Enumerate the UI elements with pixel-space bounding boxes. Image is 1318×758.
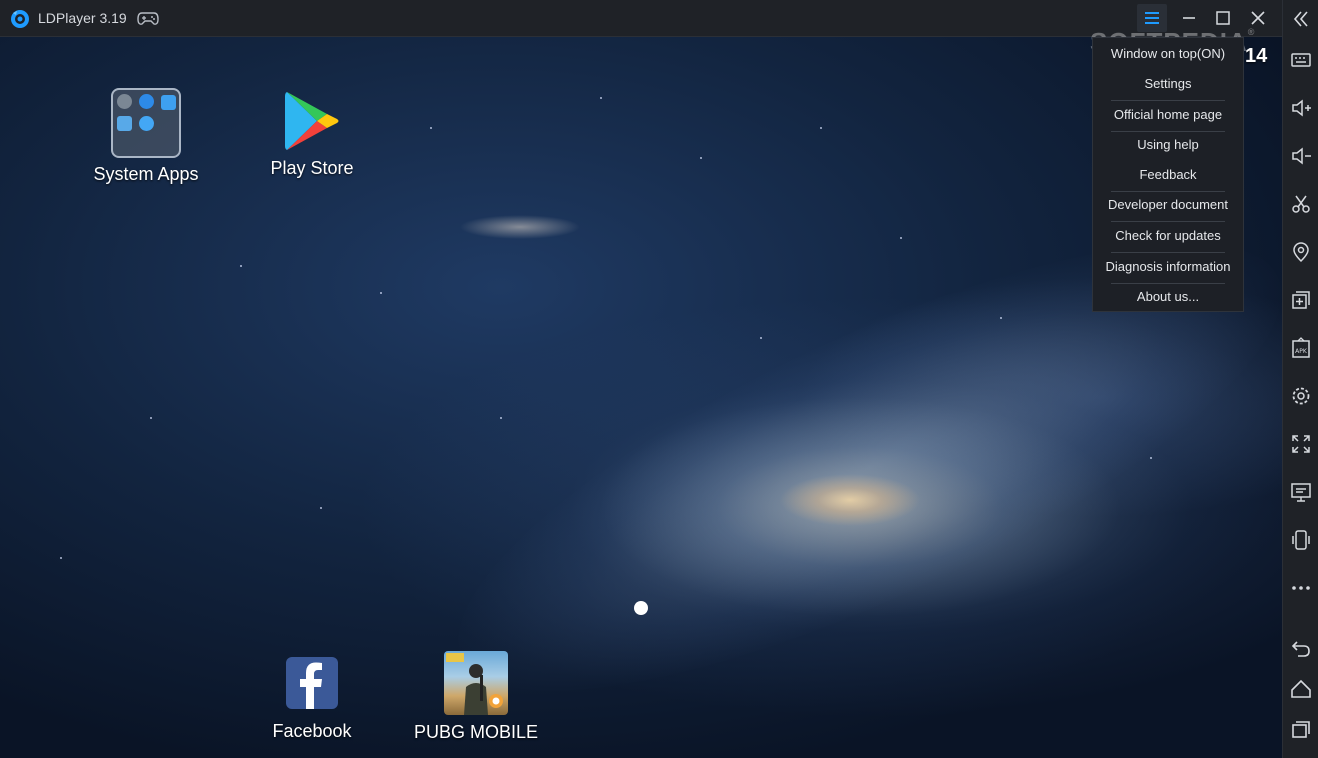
keyboard-icon: [1291, 53, 1311, 67]
star: [760, 337, 762, 339]
home-icon: [1291, 679, 1311, 698]
maximize-icon: [1216, 11, 1230, 25]
gamepad-icon[interactable]: [137, 10, 159, 27]
contacts-mini-icon: [117, 116, 132, 131]
files-mini-icon: [161, 95, 176, 110]
more-button[interactable]: [1289, 576, 1313, 600]
add-window-icon: [1292, 291, 1310, 309]
facebook-icon: [286, 657, 338, 709]
ldplayer-logo-icon: [11, 10, 29, 28]
touch-pointer: [634, 601, 648, 615]
star: [900, 237, 902, 239]
star: [240, 265, 242, 267]
star: [1150, 457, 1152, 459]
collapse-icon: [1293, 11, 1308, 27]
apk-icon: APK: [1292, 337, 1310, 358]
keyboard-button[interactable]: [1289, 48, 1313, 72]
main-menu-dropdown: Window on top(ON) Settings Official home…: [1092, 37, 1244, 312]
menu-item-official-home-page[interactable]: Official home page: [1093, 102, 1243, 128]
star: [820, 127, 822, 129]
app-label: PUBG MOBILE: [413, 722, 539, 742]
app-label: System Apps: [93, 164, 199, 184]
menu-separator: [1111, 221, 1225, 222]
settings-icon: [1292, 387, 1310, 405]
star: [380, 292, 382, 294]
settings-mini-icon: [117, 94, 132, 109]
fullscreen-button[interactable]: [1289, 432, 1313, 456]
star: [1000, 317, 1002, 319]
browser-mini-icon: [139, 94, 154, 109]
volume-down-button[interactable]: [1289, 144, 1313, 168]
app-label: Facebook: [272, 721, 352, 741]
star: [430, 127, 432, 129]
fps-counter: 14: [1245, 45, 1268, 67]
menu-item-check-for-updates[interactable]: Check for updates: [1093, 223, 1243, 249]
window-title: LDPlayer 3.19: [38, 10, 127, 26]
menu-item-using-help[interactable]: Using help: [1093, 132, 1243, 158]
back-button[interactable]: [1289, 636, 1313, 660]
home-button[interactable]: [1289, 677, 1313, 701]
star: [600, 97, 602, 99]
watermark-registered-mark: ®: [1247, 27, 1256, 37]
menu-item-diagnosis-information[interactable]: Diagnosis information: [1093, 254, 1243, 280]
multi-instance-button[interactable]: [1289, 288, 1313, 312]
app-system-apps[interactable]: System Apps: [92, 88, 200, 185]
screenshot-button[interactable]: [1289, 192, 1313, 216]
scissors-icon: [1292, 195, 1310, 213]
app-label: Play Store: [270, 158, 354, 178]
star: [150, 417, 152, 419]
play-store-icon: [285, 92, 339, 150]
install-apk-button[interactable]: APK: [1289, 336, 1313, 360]
app-pubg-mobile[interactable]: PUBG MOBILE: [412, 651, 540, 743]
volume-down-icon: [1292, 147, 1311, 165]
android-desktop[interactable]: System Apps Play Store Facebook PUBG MOB…: [0, 37, 1282, 758]
location-icon: [1293, 242, 1309, 263]
star: [700, 157, 702, 159]
minimize-icon: [1183, 17, 1195, 19]
download-mini-icon: [139, 116, 154, 131]
menu-separator: [1111, 252, 1225, 253]
operation-record-button[interactable]: [1289, 480, 1313, 504]
shake-icon: [1292, 530, 1310, 550]
volume-up-button[interactable]: [1289, 96, 1313, 120]
svg-text:APK: APK: [1295, 348, 1308, 355]
app-facebook[interactable]: Facebook: [262, 657, 362, 742]
menu-item-about-us[interactable]: About us...: [1093, 284, 1243, 310]
shake-button[interactable]: [1289, 528, 1313, 552]
star: [60, 557, 62, 559]
more-icon: [1292, 586, 1310, 590]
right-toolbar: APK: [1282, 0, 1318, 758]
pubg-icon: [444, 651, 508, 715]
settings-button[interactable]: [1289, 384, 1313, 408]
star: [500, 417, 502, 419]
volume-up-icon: [1292, 99, 1311, 117]
location-button[interactable]: [1289, 240, 1313, 264]
back-icon: [1291, 641, 1310, 657]
menu-item-feedback[interactable]: Feedback: [1093, 162, 1243, 188]
folder-icon: [111, 88, 181, 158]
hamburger-icon: [1145, 12, 1159, 24]
recents-button[interactable]: [1289, 717, 1313, 741]
close-icon: [1251, 11, 1265, 25]
monitor-icon: [1291, 483, 1311, 502]
menu-separator: [1111, 100, 1225, 101]
star: [320, 507, 322, 509]
app-play-store[interactable]: Play Store: [266, 90, 358, 179]
menu-item-developer-document[interactable]: Developer document: [1093, 192, 1243, 218]
menu-item-settings[interactable]: Settings: [1093, 71, 1243, 97]
collapse-toolbar-button[interactable]: [1289, 7, 1313, 31]
menu-item-window-on-top[interactable]: Window on top(ON): [1093, 41, 1243, 67]
fullscreen-icon: [1292, 435, 1310, 453]
recents-icon: [1292, 721, 1310, 738]
